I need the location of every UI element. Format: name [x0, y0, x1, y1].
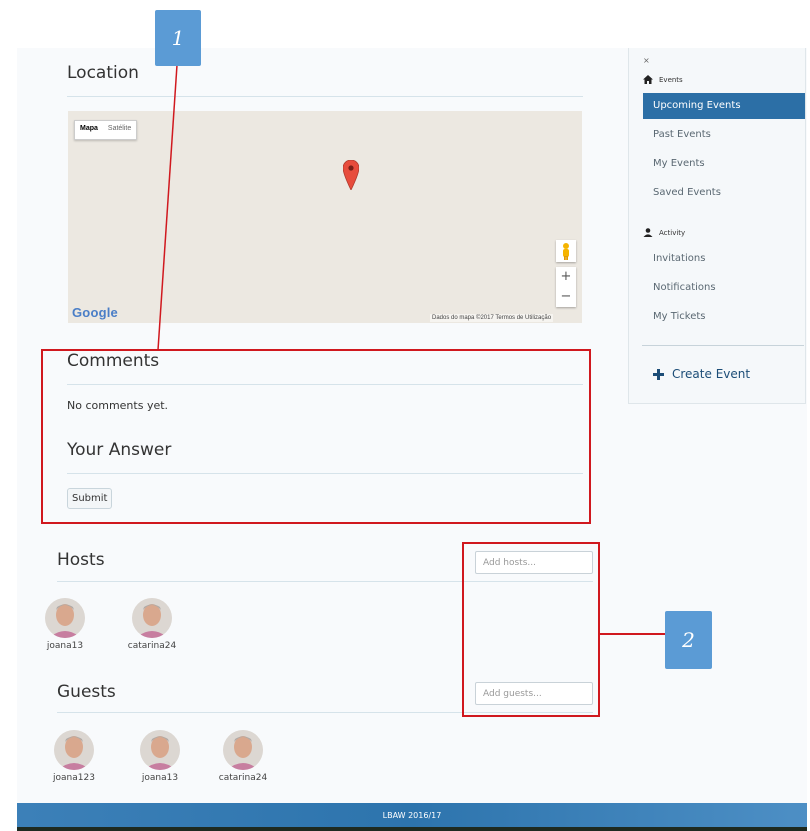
sidebar-item-my-tickets[interactable]: My Tickets [643, 304, 805, 330]
sidebar-events-header: Events [643, 75, 683, 84]
sidebar-item-notifications[interactable]: Notifications [643, 275, 805, 301]
sidebar-item-upcoming-events[interactable]: Upcoming Events [643, 93, 805, 119]
avatar[interactable] [132, 598, 172, 638]
map-type-map-button[interactable]: Mapa [75, 121, 103, 139]
sidebar-item-my-events[interactable]: My Events [643, 151, 805, 177]
avatar[interactable] [45, 598, 85, 638]
sidebar-close-icon[interactable]: × [643, 56, 650, 65]
activity-header-label: Activity [659, 228, 686, 237]
street-view-pegman-icon[interactable] [556, 240, 576, 262]
avatar[interactable] [54, 730, 94, 770]
sidebar-item-invitations[interactable]: Invitations [643, 246, 805, 272]
sidebar-activity-header: Activity [643, 228, 685, 237]
annotation-connector-2 [599, 633, 667, 635]
create-event-label: Create Event [672, 367, 751, 381]
annotation-box-comments [41, 349, 591, 524]
map-type-satellite-button[interactable]: Satélite [103, 121, 136, 139]
map-marker-icon[interactable] [343, 160, 359, 190]
map-type-control[interactable]: Mapa Satélite [74, 120, 138, 140]
map-zoom-control: + − [556, 267, 576, 307]
footer-bottom-strip [17, 827, 807, 831]
host-username[interactable]: joana13 [30, 641, 100, 651]
map-attribution[interactable]: Dados do mapa ©2017 Termos de Utilização [430, 314, 554, 322]
plus-icon [653, 368, 664, 380]
location-title: Location [67, 63, 139, 83]
guest-username[interactable]: catarina24 [208, 773, 278, 783]
annotation-callout-1: 1 [155, 10, 201, 66]
footer-text: LBAW 2016/17 [382, 811, 442, 820]
host-username[interactable]: catarina24 [117, 641, 187, 651]
zoom-out-button[interactable]: − [556, 287, 576, 307]
guest-username[interactable]: joana123 [39, 773, 109, 783]
events-header-label: Events [659, 75, 683, 84]
google-logo: Google [72, 305, 118, 320]
sidebar-item-past-events[interactable]: Past Events [643, 122, 805, 148]
map[interactable] [68, 111, 582, 323]
google-logo-text: Google [72, 305, 118, 320]
create-event-button[interactable]: Create Event [653, 367, 750, 381]
annotation-box-inputs [462, 542, 600, 717]
guest-username[interactable]: joana13 [125, 773, 195, 783]
location-divider [67, 96, 583, 97]
avatar[interactable] [223, 730, 263, 770]
guests-title: Guests [57, 682, 116, 702]
annotation-callout-2: 2 [665, 611, 712, 669]
annotation-connector-1 [157, 64, 178, 351]
home-icon [643, 75, 653, 84]
hosts-title: Hosts [57, 550, 105, 570]
zoom-in-button[interactable]: + [556, 267, 576, 287]
avatar[interactable] [140, 730, 180, 770]
sidebar-item-saved-events[interactable]: Saved Events [643, 180, 805, 206]
sidebar-divider [642, 345, 804, 346]
user-icon [643, 228, 653, 237]
map-background [68, 111, 582, 323]
